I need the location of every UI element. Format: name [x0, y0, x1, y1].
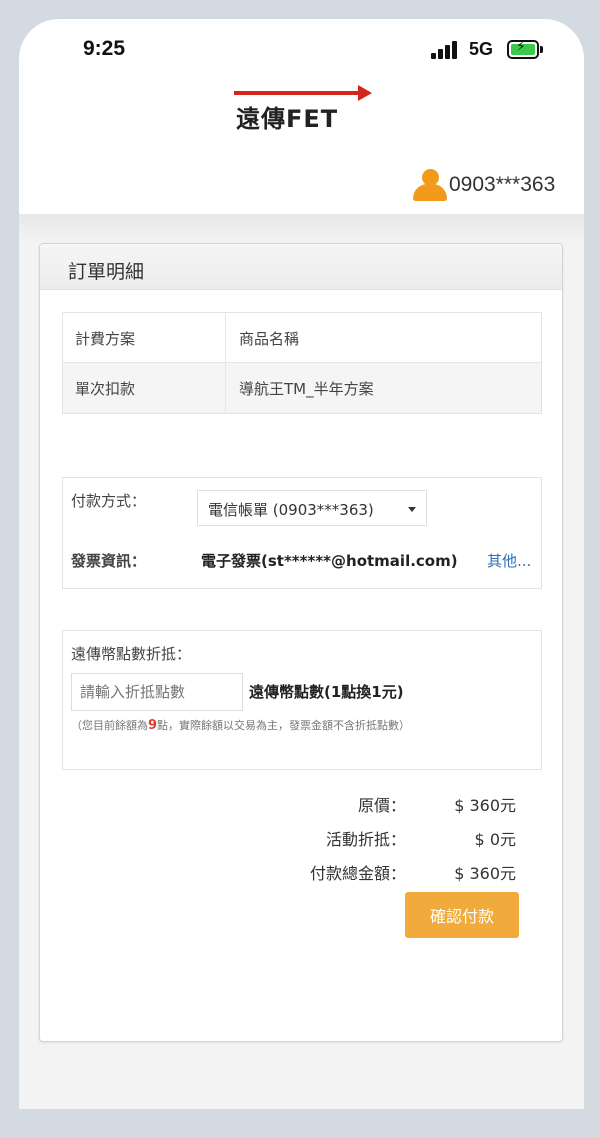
payment-method-label: 付款方式：: [71, 492, 147, 510]
order-detail-card: 訂單明細 計費方案 商品名稱 單次扣款 導航王TM_半年方案 付款方式： 電信帳…: [39, 243, 563, 1042]
status-bar: 9:25 5G ⚡: [19, 19, 584, 79]
table-row: 計費方案 商品名稱: [63, 313, 541, 363]
invoice-value: 電子發票(st******@hotmail.com): [201, 552, 458, 570]
fet-logo[interactable]: 遠傳FET: [234, 83, 374, 133]
battery-cap: [540, 46, 543, 53]
network-type: 5G: [469, 39, 494, 59]
user-phone-number: 0903***363: [449, 173, 556, 196]
points-rate-text: 遠傳幣點數(1點換1元): [249, 683, 404, 701]
original-price-value: $ 360元: [454, 796, 516, 815]
chevron-down-icon: [408, 507, 416, 512]
total-label: 付款總金額：: [309, 864, 406, 883]
payment-method-value: 電信帳單 (0903***363): [208, 501, 374, 519]
table-divider: [225, 313, 226, 413]
battery-icon: ⚡: [507, 39, 539, 59]
site-header: 遠傳FET 0903***363: [19, 79, 584, 214]
table-cell: 單次扣款: [75, 380, 136, 398]
table-cell: 導航王TM_半年方案: [239, 380, 374, 398]
payment-method-select[interactable]: 電信帳單 (0903***363): [197, 490, 427, 526]
points-title: 遠傳幣點數折抵：: [71, 645, 192, 663]
phone-frame: 9:25 5G ⚡ 遠傳FET 0903***363 訂單明細 計費方案 商品名…: [0, 0, 600, 1137]
card-title: 訂單明細: [68, 261, 145, 283]
confirm-payment-button[interactable]: 確認付款: [405, 892, 519, 938]
summary-discount-row: 活動折抵： $ 0元: [40, 826, 564, 849]
user-icon: [413, 169, 447, 201]
card-header: 訂單明細: [40, 244, 562, 290]
points-note: （您目前餘額為9點，實際餘額以交易為主，發票金額不含折抵點數）: [71, 717, 410, 733]
total-value: $ 360元: [454, 864, 516, 883]
order-detail-table: 計費方案 商品名稱 單次扣款 導航王TM_半年方案: [62, 312, 542, 414]
header-shadow: [19, 214, 584, 244]
invoice-label: 發票資訊：: [71, 552, 147, 570]
points-section: 遠傳幣點數折抵： 遠傳幣點數(1點換1元) （您目前餘額為9點，實際餘額以交易為…: [62, 630, 542, 770]
signal-icon: [431, 41, 461, 59]
table-cell: 商品名稱: [239, 330, 300, 348]
summary-original-row: 原價： $ 360元: [40, 792, 564, 815]
logo-arrowhead-icon: [358, 85, 372, 101]
discount-value: $ 0元: [474, 830, 516, 849]
original-price-label: 原價：: [357, 796, 406, 815]
logo-text: 遠傳FET: [236, 105, 339, 133]
discount-label: 活動折抵：: [325, 830, 406, 849]
points-balance: 9: [148, 718, 158, 733]
table-cell: 計費方案: [75, 330, 136, 348]
points-input[interactable]: [71, 673, 243, 711]
points-note-prefix: （您目前餘額為: [71, 719, 148, 732]
screen: 9:25 5G ⚡ 遠傳FET 0903***363 訂單明細 計費方案 商品名…: [19, 19, 584, 1109]
invoice-other-link[interactable]: 其他...: [487, 550, 531, 571]
logo-arrow-icon: [234, 91, 366, 95]
summary-total-row: 付款總金額： $ 360元: [40, 860, 564, 883]
points-note-suffix: 點，實際餘額以交易為主，發票金額不含折抵點數）: [157, 719, 411, 732]
status-time: 9:25: [83, 37, 126, 60]
table-row: 單次扣款 導航王TM_半年方案: [63, 363, 541, 413]
payment-section: 付款方式： 電信帳單 (0903***363) 發票資訊： 電子發票(st***…: [62, 477, 542, 589]
